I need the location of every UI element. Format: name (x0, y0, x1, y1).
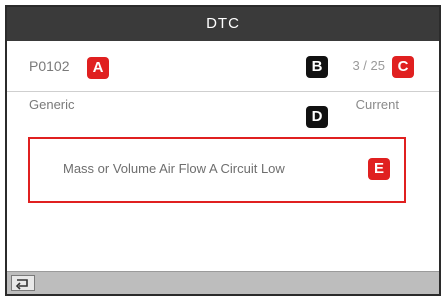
bottom-toolbar (7, 271, 439, 294)
dtc-info-row: Generic Current (7, 91, 439, 131)
dtc-counter: 3 / 25 (352, 58, 385, 73)
title-bar: DTC (7, 7, 439, 41)
callout-b: B (306, 56, 328, 78)
callout-c: C (392, 56, 414, 78)
dtc-code: P0102 (29, 58, 70, 74)
dtc-status: Current (355, 97, 399, 112)
back-button[interactable] (11, 275, 35, 291)
callout-e: E (368, 158, 390, 180)
callout-d: D (306, 106, 328, 128)
dtc-type: Generic (29, 97, 75, 112)
dtc-header-row: P0102 3 / 25 (7, 41, 439, 92)
callout-a: A (87, 57, 109, 79)
dtc-description: Mass or Volume Air Flow A Circuit Low (63, 161, 285, 176)
device-screen: DTC P0102 3 / 25 Generic Current Mass or… (5, 5, 441, 296)
screen-title: DTC (206, 15, 240, 32)
dtc-description-box: Mass or Volume Air Flow A Circuit Low (28, 137, 406, 203)
back-arrow-icon (15, 279, 28, 290)
